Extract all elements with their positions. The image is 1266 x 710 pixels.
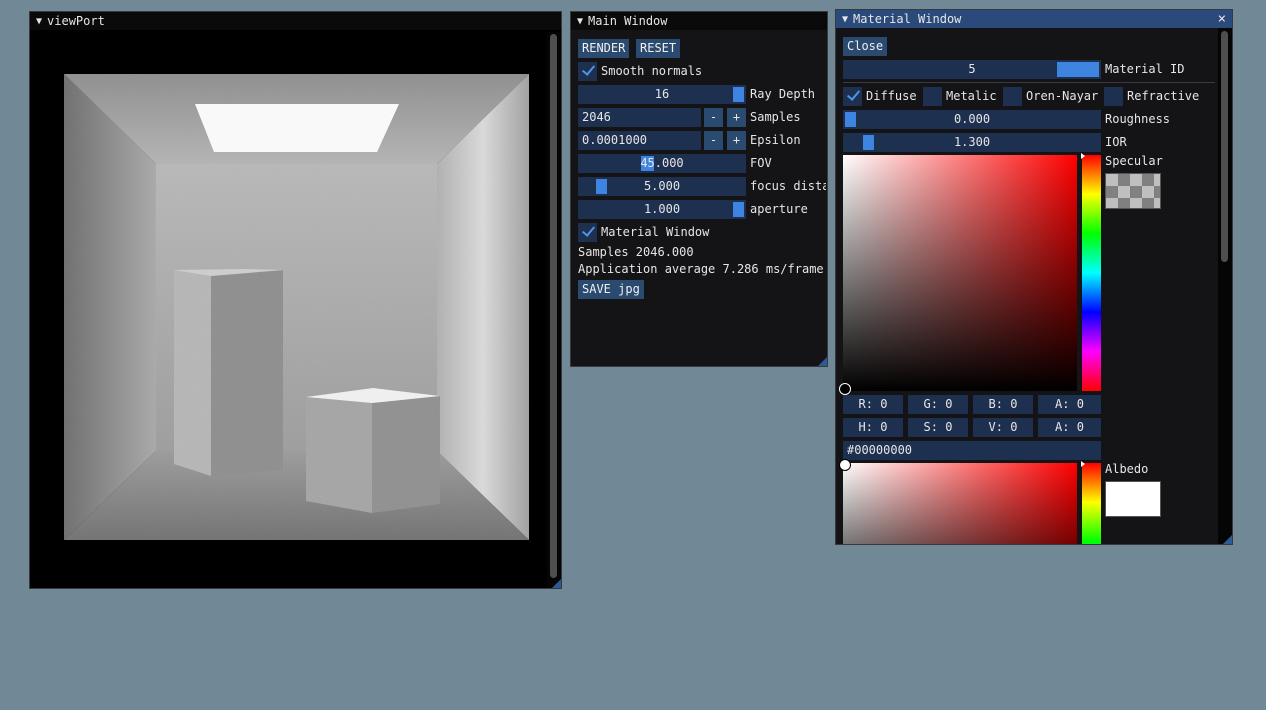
slider-grab[interactable] bbox=[733, 202, 744, 217]
focus-distance-value: 5.000 bbox=[643, 179, 681, 193]
material-window-label: Material Window bbox=[601, 225, 710, 239]
epsilon-input[interactable]: 0.0001000 bbox=[578, 131, 701, 150]
slider-grab[interactable] bbox=[1057, 62, 1099, 77]
material-id-slider[interactable]: 5 bbox=[843, 60, 1101, 79]
metalic-label: Metalic bbox=[946, 89, 997, 103]
albedo-label: Albedo bbox=[1105, 462, 1149, 476]
hue-field[interactable]: H: 0 bbox=[843, 418, 903, 437]
close-icon[interactable]: × bbox=[1218, 10, 1226, 28]
ray-depth-slider[interactable]: 16 bbox=[578, 85, 746, 104]
checkmark-icon bbox=[581, 63, 589, 75]
render-image bbox=[64, 74, 529, 540]
slider-grab[interactable] bbox=[863, 135, 874, 150]
checkmark-icon bbox=[846, 88, 854, 100]
main-window-title: Main Window bbox=[588, 14, 668, 28]
specular-label: Specular bbox=[1105, 154, 1163, 168]
samples-readout: Samples 2046.000 bbox=[578, 245, 694, 259]
fov-label: FOV bbox=[750, 156, 772, 170]
aperture-slider[interactable]: 1.000 bbox=[578, 200, 746, 219]
material-window-resize-grip[interactable] bbox=[1223, 535, 1232, 544]
main-window-titlebar[interactable]: ▼ Main Window bbox=[571, 12, 827, 30]
specular-sv-picker[interactable] bbox=[843, 155, 1077, 391]
epsilon-increment-button[interactable]: + bbox=[727, 131, 746, 150]
ray-depth-label: Ray Depth bbox=[750, 87, 816, 101]
reset-button[interactable]: RESET bbox=[636, 39, 681, 58]
viewport-title: viewPort bbox=[47, 14, 105, 28]
albedo-picker-cursor[interactable] bbox=[839, 459, 851, 471]
focus-distance-label: focus dista bbox=[750, 179, 826, 193]
ior-slider[interactable]: 1.300 bbox=[843, 133, 1101, 152]
material-scroll-thumb[interactable] bbox=[1221, 31, 1228, 262]
viewport-scroll-thumb[interactable] bbox=[550, 34, 557, 578]
fov-value: 45.000 bbox=[640, 156, 684, 170]
collapse-arrow-icon[interactable]: ▼ bbox=[842, 14, 848, 25]
main-window: ▼ Main Window RENDER RESET Smooth normal… bbox=[570, 11, 828, 367]
roughness-label: Roughness bbox=[1105, 112, 1171, 126]
blue-field[interactable]: B: 0 bbox=[973, 395, 1033, 414]
ray-depth-value: 16 bbox=[654, 87, 670, 101]
slider-grab[interactable] bbox=[733, 87, 744, 102]
specular-swatch[interactable] bbox=[1105, 173, 1161, 209]
focus-distance-slider[interactable]: 5.000 bbox=[578, 177, 746, 196]
fov-slider[interactable]: 45.000 bbox=[578, 154, 746, 173]
hue-bar-marker-icon bbox=[1081, 153, 1085, 159]
smooth-normals-label: Smooth normals bbox=[601, 64, 703, 78]
aperture-label: aperture bbox=[750, 202, 808, 216]
save-jpg-button[interactable]: SAVE jpg bbox=[578, 280, 644, 299]
main-window-resize-grip[interactable] bbox=[818, 357, 827, 366]
oren-nayar-checkbox[interactable] bbox=[1003, 87, 1022, 106]
smooth-normals-checkbox[interactable] bbox=[578, 62, 597, 81]
roughness-value: 0.000 bbox=[953, 112, 991, 126]
material-window: ▼ Material Window × Close 5 Material ID … bbox=[835, 9, 1233, 545]
ior-value: 1.300 bbox=[953, 135, 991, 149]
samples-label: Samples bbox=[750, 110, 801, 124]
saturation-field[interactable]: S: 0 bbox=[908, 418, 968, 437]
material-window-titlebar[interactable]: ▼ Material Window × bbox=[836, 10, 1232, 28]
viewport-resize-grip[interactable] bbox=[552, 579, 561, 588]
value-field[interactable]: V: 0 bbox=[973, 418, 1033, 437]
green-field[interactable]: G: 0 bbox=[908, 395, 968, 414]
epsilon-label: Epsilon bbox=[750, 133, 801, 147]
albedo-sv-picker[interactable] bbox=[843, 463, 1077, 544]
albedo-hue-bar[interactable] bbox=[1082, 463, 1101, 544]
refractive-checkbox[interactable] bbox=[1104, 87, 1123, 106]
collapse-arrow-icon[interactable]: ▼ bbox=[36, 16, 42, 27]
aperture-value: 1.000 bbox=[643, 202, 681, 216]
material-id-value: 5 bbox=[968, 62, 976, 76]
average-readout: Application average 7.286 ms/frame bbox=[578, 262, 824, 276]
material-window-title: Material Window bbox=[853, 12, 962, 26]
sv-picker-cursor[interactable] bbox=[839, 383, 851, 395]
metalic-checkbox[interactable] bbox=[923, 87, 942, 106]
albedo-swatch[interactable] bbox=[1105, 481, 1161, 517]
samples-decrement-button[interactable]: - bbox=[704, 108, 723, 127]
slider-grab[interactable] bbox=[596, 179, 607, 194]
specular-hue-bar[interactable] bbox=[1082, 155, 1101, 391]
slider-grab[interactable] bbox=[845, 112, 856, 127]
hue-bar-marker-icon bbox=[1081, 461, 1085, 467]
ior-label: IOR bbox=[1105, 135, 1127, 149]
diffuse-checkbox[interactable] bbox=[843, 87, 862, 106]
material-id-label: Material ID bbox=[1105, 62, 1185, 76]
viewport-window: ▼ viewPort bbox=[29, 11, 562, 589]
separator bbox=[843, 82, 1215, 83]
red-field[interactable]: R: 0 bbox=[843, 395, 903, 414]
hex-input[interactable]: #00000000 bbox=[843, 441, 1101, 460]
oren-nayar-label: Oren-Nayar bbox=[1026, 89, 1099, 103]
alpha-field[interactable]: A: 0 bbox=[1038, 395, 1101, 414]
close-button[interactable]: Close bbox=[843, 37, 888, 56]
material-scrollbar[interactable] bbox=[1218, 28, 1232, 544]
viewport-scrollbar[interactable] bbox=[547, 32, 561, 588]
render-button[interactable]: RENDER bbox=[578, 39, 630, 58]
collapse-arrow-icon[interactable]: ▼ bbox=[577, 16, 583, 27]
checkmark-icon bbox=[581, 224, 589, 236]
diffuse-label: Diffuse bbox=[866, 89, 917, 103]
material-window-checkbox[interactable] bbox=[578, 223, 597, 242]
alpha-hsv-field[interactable]: A: 0 bbox=[1038, 418, 1101, 437]
samples-increment-button[interactable]: + bbox=[727, 108, 746, 127]
viewport-titlebar[interactable]: ▼ viewPort bbox=[30, 12, 561, 30]
roughness-slider[interactable]: 0.000 bbox=[843, 110, 1101, 129]
samples-input[interactable]: 2046 bbox=[578, 108, 701, 127]
epsilon-decrement-button[interactable]: - bbox=[704, 131, 723, 150]
refractive-label: Refractive bbox=[1127, 89, 1200, 103]
